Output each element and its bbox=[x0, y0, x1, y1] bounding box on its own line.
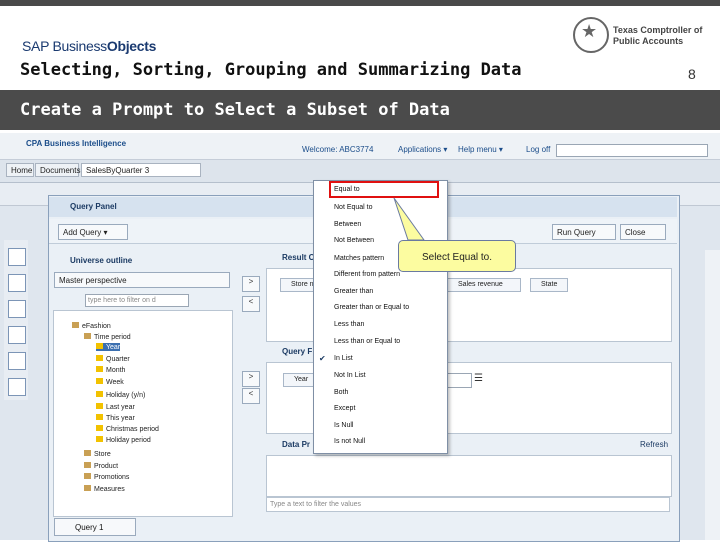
nav-applications[interactable]: Applications ▾ bbox=[398, 145, 447, 154]
tree-root[interactable]: eFashion bbox=[72, 322, 111, 330]
operator-item[interactable]: Different from pattern bbox=[334, 271, 400, 278]
navigation-map-icon[interactable] bbox=[8, 248, 26, 266]
tree-item[interactable]: Promotions bbox=[84, 473, 129, 481]
variables-icon[interactable] bbox=[8, 378, 26, 396]
app-search-input[interactable] bbox=[556, 144, 708, 157]
input-controls-icon[interactable] bbox=[8, 352, 26, 370]
app-brand: CPA Business Intelligence bbox=[26, 139, 127, 148]
slide-subtitle: Create a Prompt to Select a Subset of Da… bbox=[20, 100, 450, 120]
query-filters-title: Query F bbox=[282, 347, 313, 356]
tab-salesbyquarter[interactable]: SalesByQuarter 3 bbox=[81, 163, 201, 177]
universe-tree bbox=[53, 310, 233, 517]
operator-item[interactable]: Both bbox=[334, 389, 348, 396]
callout-text: Select Equal to. bbox=[421, 252, 493, 263]
operator-item[interactable]: Between bbox=[334, 221, 361, 228]
operator-item[interactable]: Less than or Equal to bbox=[334, 338, 400, 345]
page-number: 8 bbox=[688, 66, 696, 82]
list-icon[interactable]: ☰ bbox=[474, 373, 483, 384]
perspective-select[interactable]: Master perspective bbox=[54, 272, 230, 288]
remove-result-arrow-button[interactable]: < bbox=[242, 296, 260, 312]
data-preview-area bbox=[266, 455, 672, 497]
filter-chip-year[interactable]: Year bbox=[283, 373, 315, 387]
operator-in-list[interactable]: In List bbox=[334, 355, 353, 362]
operator-item[interactable]: Is Null bbox=[334, 422, 353, 429]
tree-item[interactable]: Product bbox=[84, 462, 118, 470]
formula-icon[interactable] bbox=[8, 326, 26, 344]
star-icon: ★ bbox=[581, 21, 598, 41]
welcome-text: Welcome: ABC3774 bbox=[302, 145, 374, 154]
operator-item[interactable]: Matches pattern bbox=[334, 255, 384, 262]
tree-item[interactable]: Last year bbox=[96, 403, 135, 411]
add-filter-arrow-button[interactable]: > bbox=[242, 371, 260, 387]
tree-item[interactable]: Week bbox=[96, 378, 124, 386]
operator-item[interactable]: Not Equal to bbox=[334, 204, 373, 211]
filter-input[interactable]: type here to filter on d bbox=[85, 294, 189, 307]
tab-documents[interactable]: Documents bbox=[35, 163, 80, 177]
tree-item[interactable]: Christmas period bbox=[96, 425, 159, 433]
close-button[interactable]: Close bbox=[620, 224, 666, 240]
result-objects-title: Result O bbox=[282, 253, 315, 262]
add-result-arrow-button[interactable]: > bbox=[242, 276, 260, 292]
result-chip-sales[interactable]: Sales revenue bbox=[447, 278, 521, 292]
filter-value-input[interactable] bbox=[446, 373, 472, 388]
tree-item-year[interactable]: Year bbox=[96, 343, 121, 351]
slide-title: Selecting, Sorting, Grouping and Summari… bbox=[20, 60, 522, 80]
tree-item[interactable]: Holiday period bbox=[96, 436, 151, 444]
filter-values-input[interactable]: Type a text to filter the values bbox=[266, 497, 670, 512]
operator-item[interactable]: Except bbox=[334, 405, 355, 412]
operator-item[interactable]: Greater than or Equal to bbox=[334, 304, 409, 311]
nav-logoff[interactable]: Log off bbox=[526, 145, 550, 154]
structure-icon[interactable] bbox=[8, 300, 26, 318]
universe-outline-title: Universe outline bbox=[70, 256, 133, 265]
operator-item[interactable]: Not In List bbox=[334, 372, 366, 379]
top-rule bbox=[0, 0, 720, 6]
add-query-button[interactable]: Add Query ▾ bbox=[58, 224, 128, 240]
operator-item[interactable]: Less than bbox=[334, 321, 364, 328]
tab-home[interactable]: Home bbox=[6, 163, 34, 177]
data-preview-title: Data Pr bbox=[282, 440, 311, 449]
comptroller-name: Texas Comptroller of Public Accounts bbox=[613, 25, 703, 46]
refresh-button[interactable]: Refresh bbox=[640, 440, 668, 449]
operator-item[interactable]: Not Between bbox=[334, 237, 374, 244]
operator-item[interactable]: Is not Null bbox=[334, 438, 365, 445]
operator-item[interactable]: Greater than bbox=[334, 288, 373, 295]
tree-item[interactable]: Quarter bbox=[96, 355, 130, 363]
objects-icon[interactable] bbox=[8, 274, 26, 292]
checkmark-icon: ✔ bbox=[319, 354, 326, 363]
vertical-scrollbar[interactable] bbox=[705, 250, 720, 540]
remove-filter-arrow-button[interactable]: < bbox=[242, 388, 260, 404]
query-panel-title: Query Panel bbox=[70, 202, 117, 211]
tree-item[interactable]: Measures bbox=[84, 485, 125, 493]
tree-item[interactable]: Month bbox=[96, 366, 125, 374]
run-query-button[interactable]: Run Query bbox=[552, 224, 616, 240]
nav-help[interactable]: Help menu ▾ bbox=[458, 145, 503, 154]
tree-item[interactable]: This year bbox=[96, 414, 135, 422]
tree-item[interactable]: Holiday (y/n) bbox=[96, 391, 145, 399]
tree-item[interactable]: Store bbox=[84, 450, 111, 458]
tree-item[interactable]: Time period bbox=[84, 333, 131, 341]
tab-query-1[interactable]: Query 1 bbox=[54, 518, 136, 536]
callout-pointer bbox=[393, 197, 425, 241]
sap-logo: SAP BusinessObjects bbox=[22, 38, 157, 54]
result-chip-state[interactable]: State bbox=[530, 278, 568, 292]
